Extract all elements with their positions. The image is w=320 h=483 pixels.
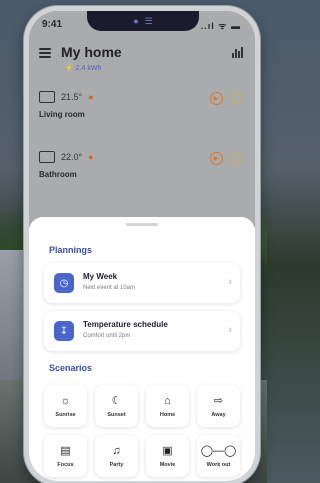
scenario-home[interactable]: ⌂ Home [146,385,189,427]
sheet-handle[interactable] [126,223,158,226]
play-icon[interactable]: ▶ [209,92,223,105]
planning-subtitle: Next event at 10am [83,285,136,291]
scenario-label: Away [211,411,226,418]
camera-notch: ● ☰ [87,11,199,31]
room-name: Bathroom [39,170,77,179]
room-actions: ▶ ◯ [209,152,243,165]
page-title: My home [61,44,122,60]
room-temperature: 22.0° [61,152,83,162]
scenario-label: Party [109,461,124,468]
home-icon: ⌂ [164,394,171,407]
clock-icon: ◷ [54,273,74,293]
scenario-label: Home [159,411,176,418]
status-icons: ..ıl ᯤ ▬ [200,21,241,31]
scenario-workout[interactable]: ◯―◯ Work out [197,435,240,477]
room-status: 22.0° ● [39,151,94,163]
room-temperature: 21.5° [61,92,83,102]
phone-screen: 9:41 ..ıl ᯤ ▬ My home ⚡ 2.4 kWh 21.5° ● … [29,11,255,481]
chevron-right-icon: › [228,276,232,288]
sofa-icon [39,91,55,103]
stats-icon[interactable] [232,47,243,58]
planning-card-temperature[interactable]: ↧ Temperature schedule Comfort until 2pm… [44,311,240,351]
flame-icon: ● [88,92,94,102]
plannings-title: Plannings [49,245,93,255]
energy-reading: ⚡ 2.4 kWh [65,65,102,72]
room-actions: ▶ ◯ [209,92,243,105]
menu-icon[interactable] [39,48,51,58]
room-card-living[interactable]: 21.5° ● Living room ▶ ◯ [29,91,255,139]
play-icon[interactable]: ▶ [209,152,223,165]
bulb-icon[interactable]: ◯ [231,92,243,105]
lock-icon: ● [133,16,139,26]
flame-icon: ● [88,152,94,162]
planning-title: My Week [83,272,118,281]
planning-subtitle: Comfort until 2pm [83,333,131,339]
scenario-sunrise[interactable]: ☼ Sunrise [44,385,87,427]
scenarios-title: Scenarios [49,363,93,373]
room-name: Living room [39,110,85,119]
tv-icon: ▣ [162,444,173,457]
scenario-label: Work out [206,461,231,468]
header: My home ⚡ 2.4 kWh [29,41,255,81]
briefcase-icon: ▤ [60,444,71,457]
planning-card-my-week[interactable]: ◷ My Week Next event at 10am › [44,263,240,303]
scenario-focus[interactable]: ▤ Focus [44,435,87,477]
scenario-movie[interactable]: ▣ Movie [146,435,189,477]
scenario-label: Sunset [107,411,126,418]
scenario-away[interactable]: ⇨ Away [197,385,240,427]
bulb-icon[interactable]: ◯ [231,152,243,165]
phone-frame: 9:41 ..ıl ᯤ ▬ My home ⚡ 2.4 kWh 21.5° ● … [24,6,260,483]
chevron-right-icon: › [228,324,232,336]
dumbbell-icon: ◯―◯ [200,444,237,457]
scenario-label: Focus [57,461,74,468]
away-icon: ⇨ [213,394,224,407]
speaker-icon: ☰ [144,15,153,26]
bottom-sheet: Plannings ◷ My Week Next event at 10am ›… [29,217,255,481]
thermometer-icon: ↧ [54,321,74,341]
scenario-label: Sunrise [55,411,76,418]
scenario-sunset[interactable]: ☾ Sunset [95,385,138,427]
scenario-party[interactable]: ♫ Party [95,435,138,477]
bathtub-icon [39,151,55,163]
status-time: 9:41 [42,19,63,30]
room-card-bathroom[interactable]: 22.0° ● Bathroom ▶ ◯ [29,151,255,199]
moon-icon: ☾ [111,394,122,407]
sun-icon: ☼ [60,394,71,407]
party-icon: ♫ [112,444,121,457]
scenario-label: Movie [159,461,176,468]
planning-title: Temperature schedule [83,320,168,329]
room-status: 21.5° ● [39,91,94,103]
scenarios-grid: ☼ Sunrise ☾ Sunset ⌂ Home ⇨ Away ▤ Focus… [44,385,244,477]
